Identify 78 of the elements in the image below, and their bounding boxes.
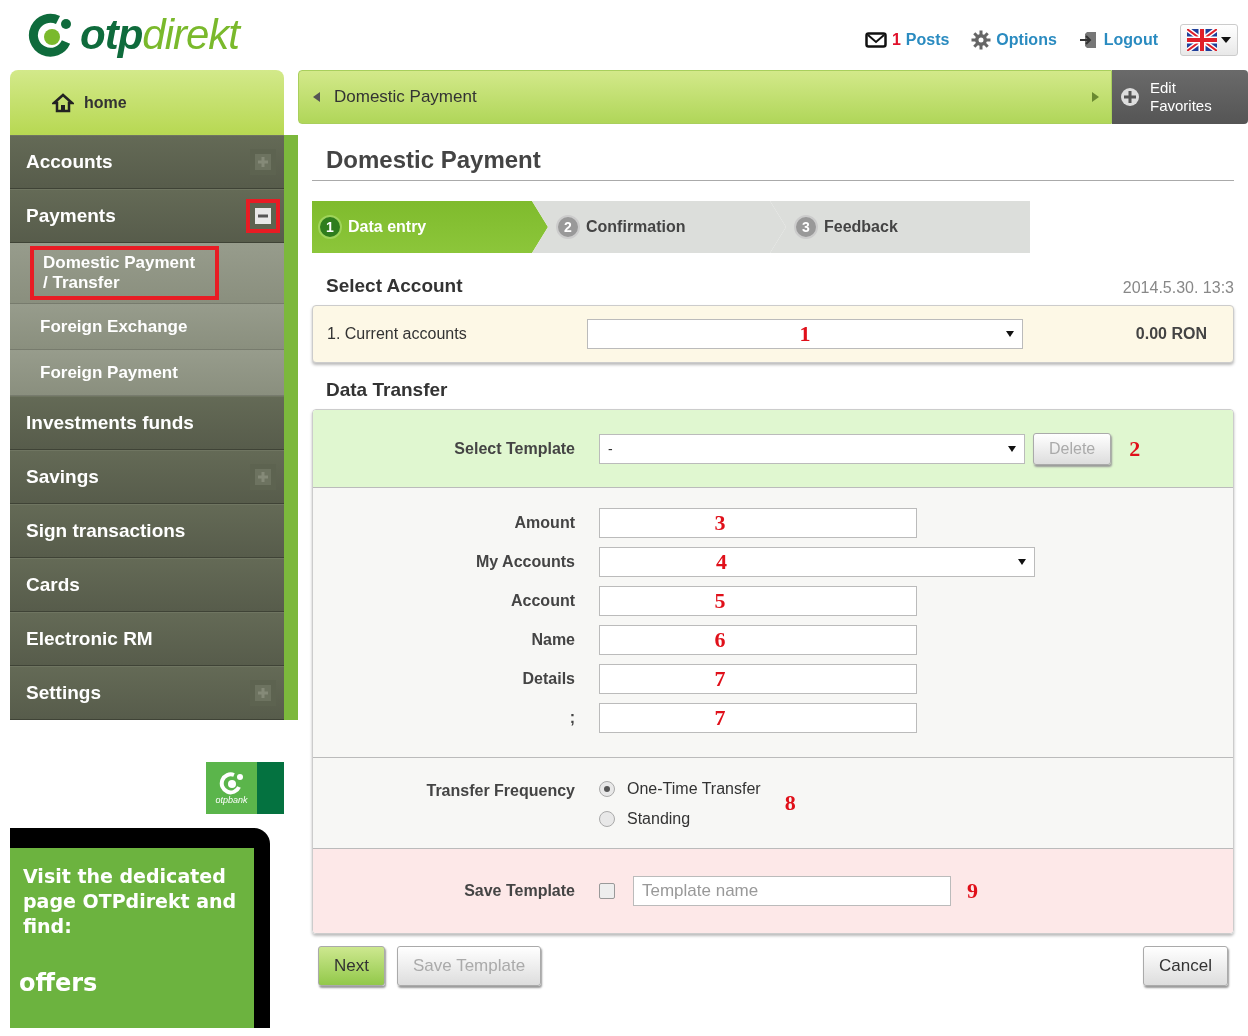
field-label: Amount [513, 514, 576, 532]
annotation-number: 2 [1129, 435, 1141, 462]
field-label: Account [510, 592, 576, 610]
logo-icon [28, 12, 74, 58]
template-select[interactable]: - [599, 433, 1025, 464]
forward-icon[interactable] [1092, 92, 1099, 102]
promo-text: Visit the dedicated page OTPdirekt and find: [23, 864, 238, 939]
posts-link[interactable]: 1 Posts [864, 31, 950, 49]
mail-icon [864, 32, 887, 48]
menu-section[interactable]: Payments [10, 189, 284, 243]
radio-button[interactable] [599, 811, 615, 827]
checkbox[interactable] [599, 883, 615, 899]
radio-option[interactable]: One-Time Transfer [599, 780, 761, 798]
flag-icon [1187, 29, 1217, 51]
field-label: Details [521, 670, 576, 688]
language-selector[interactable] [1180, 24, 1238, 56]
menu-section[interactable]: Electronic RM [10, 612, 284, 666]
menu-item[interactable]: Domestic Payment / Transfer [10, 243, 284, 304]
account-select[interactable]: 4 [599, 547, 1035, 577]
home-link[interactable]: home [10, 70, 284, 135]
promo-text: offers [19, 969, 99, 997]
input-field[interactable]: 7 [599, 664, 917, 694]
plus-icon [1120, 87, 1140, 107]
field-label: Select Template [453, 439, 576, 458]
logout-icon [1078, 30, 1099, 50]
menu-section[interactable]: Sign transactions [10, 504, 284, 558]
edit-favorites-button[interactable]: Edit Favorites [1112, 70, 1248, 124]
menu-section[interactable]: Settings [10, 666, 284, 720]
home-icon [52, 92, 74, 113]
cancel-button[interactable]: Cancel [1143, 946, 1228, 986]
wizard-step[interactable]: 2 Confirmation [532, 201, 786, 253]
bank-logo: otpbank [206, 762, 284, 814]
caret-icon [1221, 37, 1231, 43]
menu-section[interactable]: Investments funds [10, 396, 284, 450]
timestamp: 2014.5.30. 13:3 [1122, 279, 1234, 297]
account-select[interactable]: 1 [587, 319, 1023, 349]
input-field[interactable]: 7 [599, 703, 917, 733]
annotation-number: 3 [714, 510, 726, 536]
field-label: My Accounts [475, 553, 576, 571]
account-label: 1. Current accounts [327, 325, 468, 343]
logout-link[interactable]: Logout [1078, 30, 1158, 50]
field-label: Save Template [463, 882, 576, 900]
annotation-number: 1 [799, 321, 811, 347]
balance: 0.00 RON [1135, 325, 1207, 343]
input-field[interactable]: 3 [599, 508, 917, 538]
caret-icon [1018, 559, 1026, 565]
field-label: ; [568, 709, 576, 727]
back-icon[interactable] [313, 92, 320, 102]
caret-icon [1006, 331, 1014, 337]
section-title: Data Transfer [326, 379, 448, 401]
annotation-number: 4 [716, 549, 727, 575]
collapse-icon[interactable] [246, 199, 280, 233]
caret-icon [1008, 445, 1016, 452]
input-field[interactable]: 5 [599, 586, 917, 616]
settings-icon [971, 30, 992, 50]
radio-option[interactable]: Standing [599, 810, 761, 828]
wizard-step[interactable]: 1 Data entry [312, 201, 548, 253]
annotation-number: 5 [714, 588, 726, 614]
template-name-field[interactable]: Template name [633, 876, 951, 906]
input-field[interactable]: 6 [599, 625, 917, 655]
annotation-number: 7 [714, 705, 726, 731]
field-label: Name [530, 631, 576, 649]
annotation-number: 7 [714, 666, 726, 692]
field-label: Transfer Frequency [425, 782, 576, 800]
options-link[interactable]: Options [971, 30, 1057, 50]
breadcrumb-label: Domestic Payment [334, 87, 478, 107]
logo-text: otpdirekt [80, 11, 239, 59]
annotation-number: 6 [714, 627, 726, 653]
annotation-number: 8 [784, 790, 796, 816]
page-title: Domestic Payment [326, 146, 542, 174]
radio-button[interactable] [599, 781, 615, 797]
menu-section[interactable]: Cards [10, 558, 284, 612]
section-title: Select Account [326, 275, 463, 297]
menu-section[interactable]: Accounts [10, 135, 284, 189]
next-button[interactable]: Next [318, 946, 385, 986]
annotation-number: 9 [967, 878, 978, 904]
wizard-step[interactable]: 3 Feedback [770, 201, 1030, 253]
menu-section[interactable]: Savings [10, 450, 284, 504]
